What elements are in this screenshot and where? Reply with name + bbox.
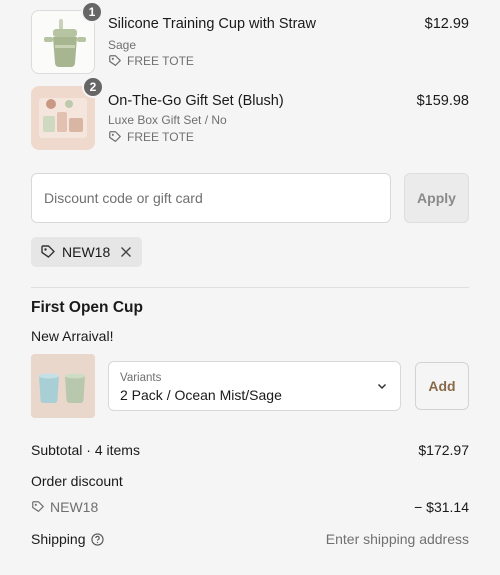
quantity-badge: 1 [81,1,103,23]
chevron-down-icon [377,383,387,390]
item-variant: Sage [108,38,137,52]
item-tag-label: FREE TOTE [127,54,194,68]
subtotal-row: Subtotal · 4 items $172.97 [31,442,469,458]
discount-code-input[interactable] [31,173,391,223]
item-discount-tag: FREE TOTE [108,54,194,68]
item-price: $12.99 [424,16,469,32]
tag-icon [41,245,55,258]
discount-code-text: NEW18 [50,499,99,515]
remove-discount-close-icon[interactable] [120,246,132,258]
applied-discount-code: NEW18 [62,244,111,260]
item-tag-label: FREE TOTE [127,130,194,144]
apply-discount-button[interactable]: Apply [404,173,469,223]
item-title: Silicone Training Cup with Straw [108,16,316,32]
variant-select-value: 2 Pack / Ocean Mist/Sage [120,387,282,403]
subtotal-label: Subtotal · 4 items [31,442,140,458]
tag-icon [109,131,121,142]
upsell-product-image [31,354,95,418]
upsell-title: First Open Cup [31,299,143,316]
line-item: 1 Silicone Training Cup with Straw Sage … [31,1,469,74]
item-discount-tag: FREE TOTE [108,130,194,144]
shipping-label: Shipping [31,531,86,547]
item-price: $159.98 [416,93,469,109]
tag-icon [32,501,44,512]
item-title: On-The-Go Gift Set (Blush) [108,93,284,109]
item-variant: Luxe Box Gift Set / No [108,113,227,127]
upsell-subtitle: New Arraival! [31,328,114,344]
discount-code-row: NEW18 − $31.14 [31,499,469,517]
subtotal-value: $172.97 [418,442,469,458]
applied-discount-chip: NEW18 [31,237,143,267]
quantity-badge: 2 [82,76,104,98]
shipping-row: Shipping Enter shipping address [31,531,469,547]
order-discount-row: Order discount [31,473,469,489]
product-thumbnail: 1 [31,1,103,74]
discount-value: − $31.14 [414,499,469,515]
order-discount-label: Order discount [31,473,123,489]
variant-select-label: Variants [120,372,162,384]
add-upsell-button[interactable]: Add [415,362,469,410]
open-cup-image [31,354,95,418]
section-divider [31,287,469,288]
line-item: 2 On-The-Go Gift Set (Blush) Luxe Box Gi… [31,76,469,150]
help-icon[interactable] [90,533,104,546]
variant-select[interactable]: Variants 2 Pack / Ocean Mist/Sage [108,361,401,411]
discount-code-summary: NEW18 [31,499,98,515]
tag-icon [109,55,121,66]
product-thumbnail: 2 [31,76,104,150]
shipping-value: Enter shipping address [325,531,469,547]
